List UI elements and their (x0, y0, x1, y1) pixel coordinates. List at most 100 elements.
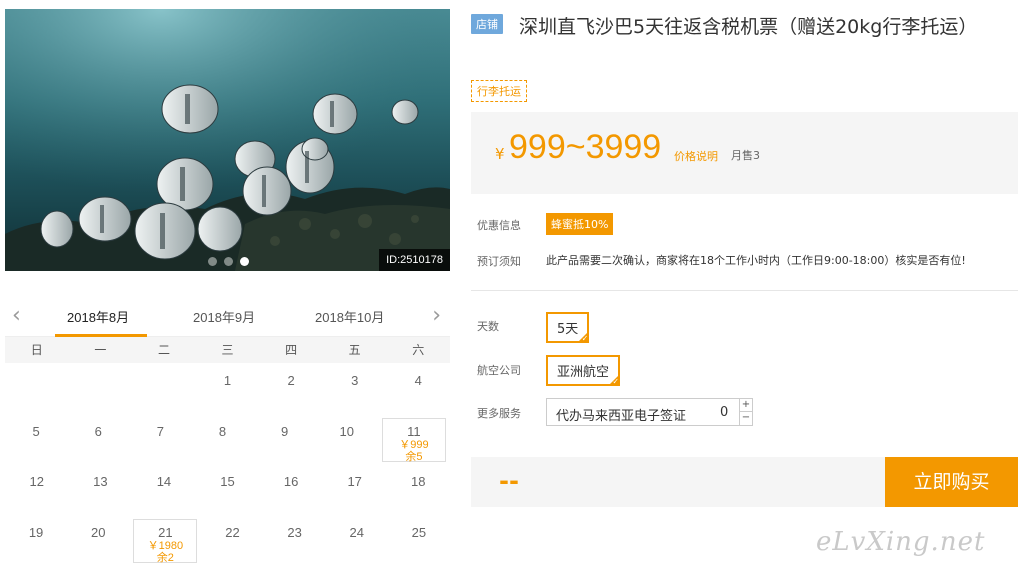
prev-month-icon[interactable]: ‹ (12, 303, 21, 328)
calendar-day[interactable]: 3 (323, 363, 387, 414)
day-number: 14 (156, 474, 172, 489)
purchase-bar: -- 立即购买 (471, 457, 1018, 507)
day-number: 8 (218, 423, 227, 439)
airline-option-selected[interactable]: 亚洲航空 ✓ (546, 355, 621, 386)
day-number: 10 (339, 423, 354, 439)
day-number: 17 (347, 474, 362, 489)
service-label: 更多服务 (477, 407, 521, 420)
price-explanation-link[interactable]: 价格说明 (674, 148, 718, 164)
calendar-day-available[interactable]: 11 ￥999 余5 (381, 417, 446, 463)
calendar-day[interactable]: 15 (196, 464, 260, 515)
calendar-day[interactable]: 4 (386, 363, 450, 414)
booking-notice: 此产品需要二次确认，商家将在18个工作小时内（工作日9:00-18:00）核实是… (546, 254, 966, 267)
day-number: 20 (90, 524, 106, 540)
day-number: 22 (225, 524, 240, 540)
carousel-dots (208, 257, 249, 266)
calendar-day[interactable]: 19 (5, 515, 67, 566)
day-number: 13 (93, 474, 108, 489)
month-tab-oct[interactable]: 2018年10月 (315, 307, 384, 326)
calendar-day (69, 363, 133, 414)
monthly-sales: 月售3 (731, 149, 760, 162)
watermark-logo: eLvXing.net (816, 527, 986, 557)
day-number: 3 (351, 373, 359, 388)
airline-option-label: 亚洲航空 (557, 365, 610, 380)
calendar-week-row: 19 20 21 ￥1980 余2 22 23 24 25 (5, 515, 450, 566)
weekday-label: 四 (285, 343, 298, 357)
day-number: 12 (29, 474, 45, 489)
calendar-day[interactable]: 17 (323, 464, 387, 515)
day-number: 11 (407, 423, 421, 439)
decrement-button[interactable]: − (739, 412, 752, 425)
carousel-dot[interactable] (208, 257, 217, 266)
calendar-week-row: 12 13 14 15 16 17 18 (5, 464, 450, 515)
calendar-day[interactable]: 20 (67, 515, 129, 566)
calendar-day[interactable]: 23 (264, 515, 326, 566)
day-stock: 余5 (405, 450, 423, 463)
days-option-selected[interactable]: 5天 ✓ (546, 312, 590, 343)
day-number: 19 (28, 524, 44, 540)
currency-symbol: ¥ (495, 145, 505, 163)
calendar-day[interactable]: 18 (386, 464, 450, 515)
day-number: 18 (411, 474, 426, 489)
calendar-day[interactable]: 24 (326, 515, 388, 566)
underwater-fish-photo (5, 9, 450, 271)
weekday-label: 日 (30, 343, 43, 357)
weekday-label: 三 (221, 343, 234, 357)
carousel-dot-active[interactable] (240, 257, 249, 266)
day-number: 5 (32, 423, 40, 439)
day-number: 21 (158, 524, 173, 540)
day-number: 16 (283, 474, 299, 489)
calendar-day[interactable]: 2 (259, 363, 323, 414)
price-box: ¥ 999~3999 价格说明 月售3 (471, 112, 1018, 194)
selected-check-icon: ✓ (577, 331, 590, 343)
calendar-week-row: 5 6 7 8 9 10 11 ￥999 余5 (5, 414, 450, 465)
increment-button[interactable]: + (739, 399, 752, 412)
calendar-day[interactable]: 25 (388, 515, 450, 566)
calendar-day[interactable]: 9 (254, 414, 316, 465)
calendar-day[interactable]: 8 (191, 414, 253, 465)
calendar-day[interactable]: 16 (259, 464, 323, 515)
next-month-icon[interactable]: › (432, 303, 441, 328)
calendar-week-row: 1 2 3 4 (5, 363, 450, 414)
day-number: 24 (349, 524, 364, 540)
days-label: 天数 (477, 320, 499, 333)
weekday-label: 六 (412, 343, 425, 357)
calendar-weekday-header: 日 一 二 三 四 五 六 (5, 337, 450, 363)
day-number: 1 (223, 373, 232, 388)
service-quantity-control: 代办马来西亚电子签证 0 + − (546, 398, 753, 426)
carousel-dot[interactable] (224, 257, 233, 266)
calendar-day[interactable]: 10 (316, 414, 378, 465)
calendar-day (132, 363, 196, 414)
calendar-day[interactable]: 22 (201, 515, 263, 566)
calendar-day[interactable]: 5 (5, 414, 67, 465)
day-number: 23 (287, 524, 302, 540)
day-number: 25 (411, 524, 427, 540)
buy-now-button[interactable]: 立即购买 (885, 457, 1018, 507)
day-number: 15 (220, 474, 235, 489)
day-price: ￥999 (399, 438, 429, 451)
weekday-label: 二 (157, 343, 170, 357)
calendar-day[interactable]: 6 (67, 414, 129, 465)
image-id-badge: ID:2510178 (379, 249, 450, 271)
service-name: 代办马来西亚电子签证 (556, 409, 687, 424)
promo-label: 优惠信息 (477, 219, 521, 232)
day-number: 4 (414, 373, 422, 388)
luggage-tag: 行李托运 (471, 80, 527, 102)
section-divider (471, 290, 1018, 291)
airline-label: 航空公司 (477, 364, 521, 377)
calendar-day[interactable]: 13 (69, 464, 133, 515)
day-number: 6 (94, 423, 102, 439)
month-tab-aug[interactable]: 2018年8月 (67, 307, 129, 326)
day-price: ￥1980 (147, 539, 184, 552)
calendar-grid: 1 2 3 4 5 6 7 8 9 10 11 ￥999 余5 12 13 14 15 16 17 18 19 20 21 ￥… (5, 363, 450, 565)
calendar-day[interactable]: 1 (196, 363, 260, 414)
calendar-day[interactable]: 14 (132, 464, 196, 515)
calendar-day-available[interactable]: 21 ￥1980 余2 (133, 518, 198, 564)
calendar-day[interactable]: 7 (129, 414, 191, 465)
calendar-day[interactable]: 12 (5, 464, 69, 515)
product-image[interactable]: ID:2510178 (5, 9, 450, 271)
total-price: -- (499, 467, 519, 495)
month-tab-sep[interactable]: 2018年9月 (193, 307, 255, 326)
calendar-day (5, 363, 69, 414)
service-quantity[interactable]: 0 (720, 405, 728, 420)
